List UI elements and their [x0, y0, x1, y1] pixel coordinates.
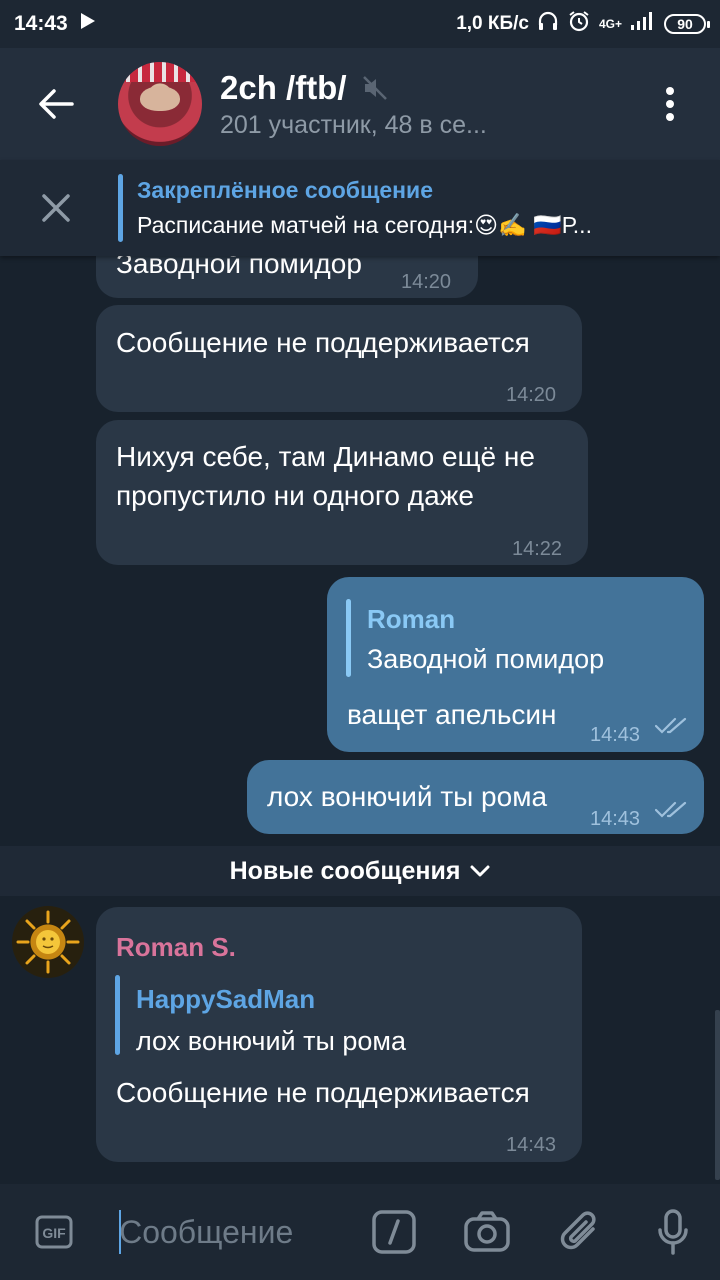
microphone-icon: [658, 1209, 689, 1255]
camera-button[interactable]: [440, 1210, 533, 1254]
status-time: 14:43: [14, 12, 68, 35]
voice-record-button[interactable]: [627, 1208, 720, 1256]
back-button[interactable]: [0, 48, 112, 160]
message-text-line1: Нихуя себе, там Динамо ещё не: [116, 441, 535, 472]
more-menu-button[interactable]: [620, 48, 720, 160]
slash-command-icon: [371, 1210, 416, 1254]
message-input-field[interactable]: [107, 1213, 338, 1251]
message-bubble[interactable]: Нихуя себе, там Динамо ещё не пропустило…: [96, 420, 588, 565]
telegram-chat-screen: 14:43 1,0 КБ/с 4G+ 90 2ch /ftb/ 201 учас…: [0, 0, 720, 1280]
message-time: 14:43: [506, 1134, 557, 1156]
message-text: Сообщение не поддерживается: [116, 1077, 530, 1108]
chat-subtitle: 201 участник, 48 в се...: [220, 110, 487, 139]
message-bubble[interactable]: Сообщение не поддерживается 14:20: [96, 305, 582, 412]
chat-info[interactable]: 2ch /ftb/ 201 участник, 48 в се...: [220, 69, 620, 140]
sender-name[interactable]: Roman S.: [116, 927, 236, 967]
message-text: Сообщение не поддерживается: [116, 327, 530, 358]
pinned-text: Расписание матчей на сегодня:😍✍️ 🇷🇺Р...: [137, 212, 592, 238]
message-input[interactable]: [107, 1202, 341, 1262]
reply-text: лох вонючий ты рома: [136, 1026, 407, 1056]
scrollbar[interactable]: [715, 1010, 720, 1180]
message-time: 14:43: [590, 724, 641, 746]
group-avatar[interactable]: [118, 62, 202, 146]
paperclip-icon: [560, 1211, 596, 1250]
more-vert-icon: [666, 87, 674, 121]
headphones-icon: [537, 10, 559, 38]
svg-text:GIF: GIF: [42, 1225, 66, 1241]
message-text: ващет апельсин: [347, 699, 557, 730]
network-speed: 1,0 КБ/с: [456, 13, 529, 34]
back-arrow-icon: [39, 89, 74, 119]
status-bar: 14:43 1,0 КБ/с 4G+ 90: [0, 0, 720, 48]
message-time: 14:43: [590, 808, 641, 830]
gif-button[interactable]: GIF: [0, 1214, 107, 1250]
attach-button[interactable]: [534, 1209, 627, 1255]
bot-command-button[interactable]: [347, 1209, 440, 1255]
message-time: 14:20: [401, 271, 452, 293]
network-type: 4G+: [598, 17, 622, 31]
reply-author: HappySadMan: [136, 984, 316, 1014]
message-time: 14:22: [512, 538, 563, 560]
sun-icon: [16, 910, 80, 974]
outgoing-message-bubble[interactable]: лох вонючий ты рома 14:43: [247, 760, 704, 834]
double-check-icon: [655, 801, 687, 818]
muted-speaker-icon: [362, 75, 387, 100]
message-text-line2: пропустило ни одного даже: [116, 480, 474, 511]
reply-accent-line: [115, 975, 120, 1055]
reply-accent-line: [346, 599, 351, 677]
alarm-icon: [567, 9, 591, 39]
pinned-accent-line: [118, 174, 123, 242]
new-messages-label: Новые сообщения: [229, 856, 461, 885]
chat-title: 2ch /ftb/: [220, 68, 347, 106]
pinned-title: Закреплённое сообщение: [137, 177, 433, 203]
reply-text: Заводной помидор: [367, 644, 605, 674]
sender-avatar[interactable]: [12, 906, 84, 978]
incoming-message-bubble[interactable]: Roman S. HappySadMan лох вонючий ты рома…: [96, 907, 582, 1162]
camera-icon: [464, 1211, 510, 1252]
message-text: лох вонючий ты рома: [267, 781, 548, 812]
signal-icon: [630, 11, 656, 37]
double-check-icon: [655, 717, 687, 734]
pinned-message-bar[interactable]: Закреплённое сообщение Расписание матчей…: [0, 160, 720, 256]
battery-icon: 90: [664, 14, 710, 34]
play-icon: [80, 12, 96, 36]
chat-header: 2ch /ftb/ 201 участник, 48 в се...: [0, 48, 720, 160]
close-pinned-button[interactable]: [0, 160, 112, 256]
reply-author: Roman: [367, 604, 456, 634]
chevron-down-icon: [470, 865, 490, 877]
message-time: 14:20: [506, 384, 557, 406]
outgoing-message-bubble[interactable]: Roman Заводной помидор ващет апельсин 14…: [327, 577, 704, 752]
close-icon: [42, 194, 70, 222]
message-input-bar: GIF: [0, 1184, 720, 1280]
gif-icon: GIF: [35, 1215, 73, 1249]
new-messages-divider: Новые сообщения: [0, 846, 720, 896]
